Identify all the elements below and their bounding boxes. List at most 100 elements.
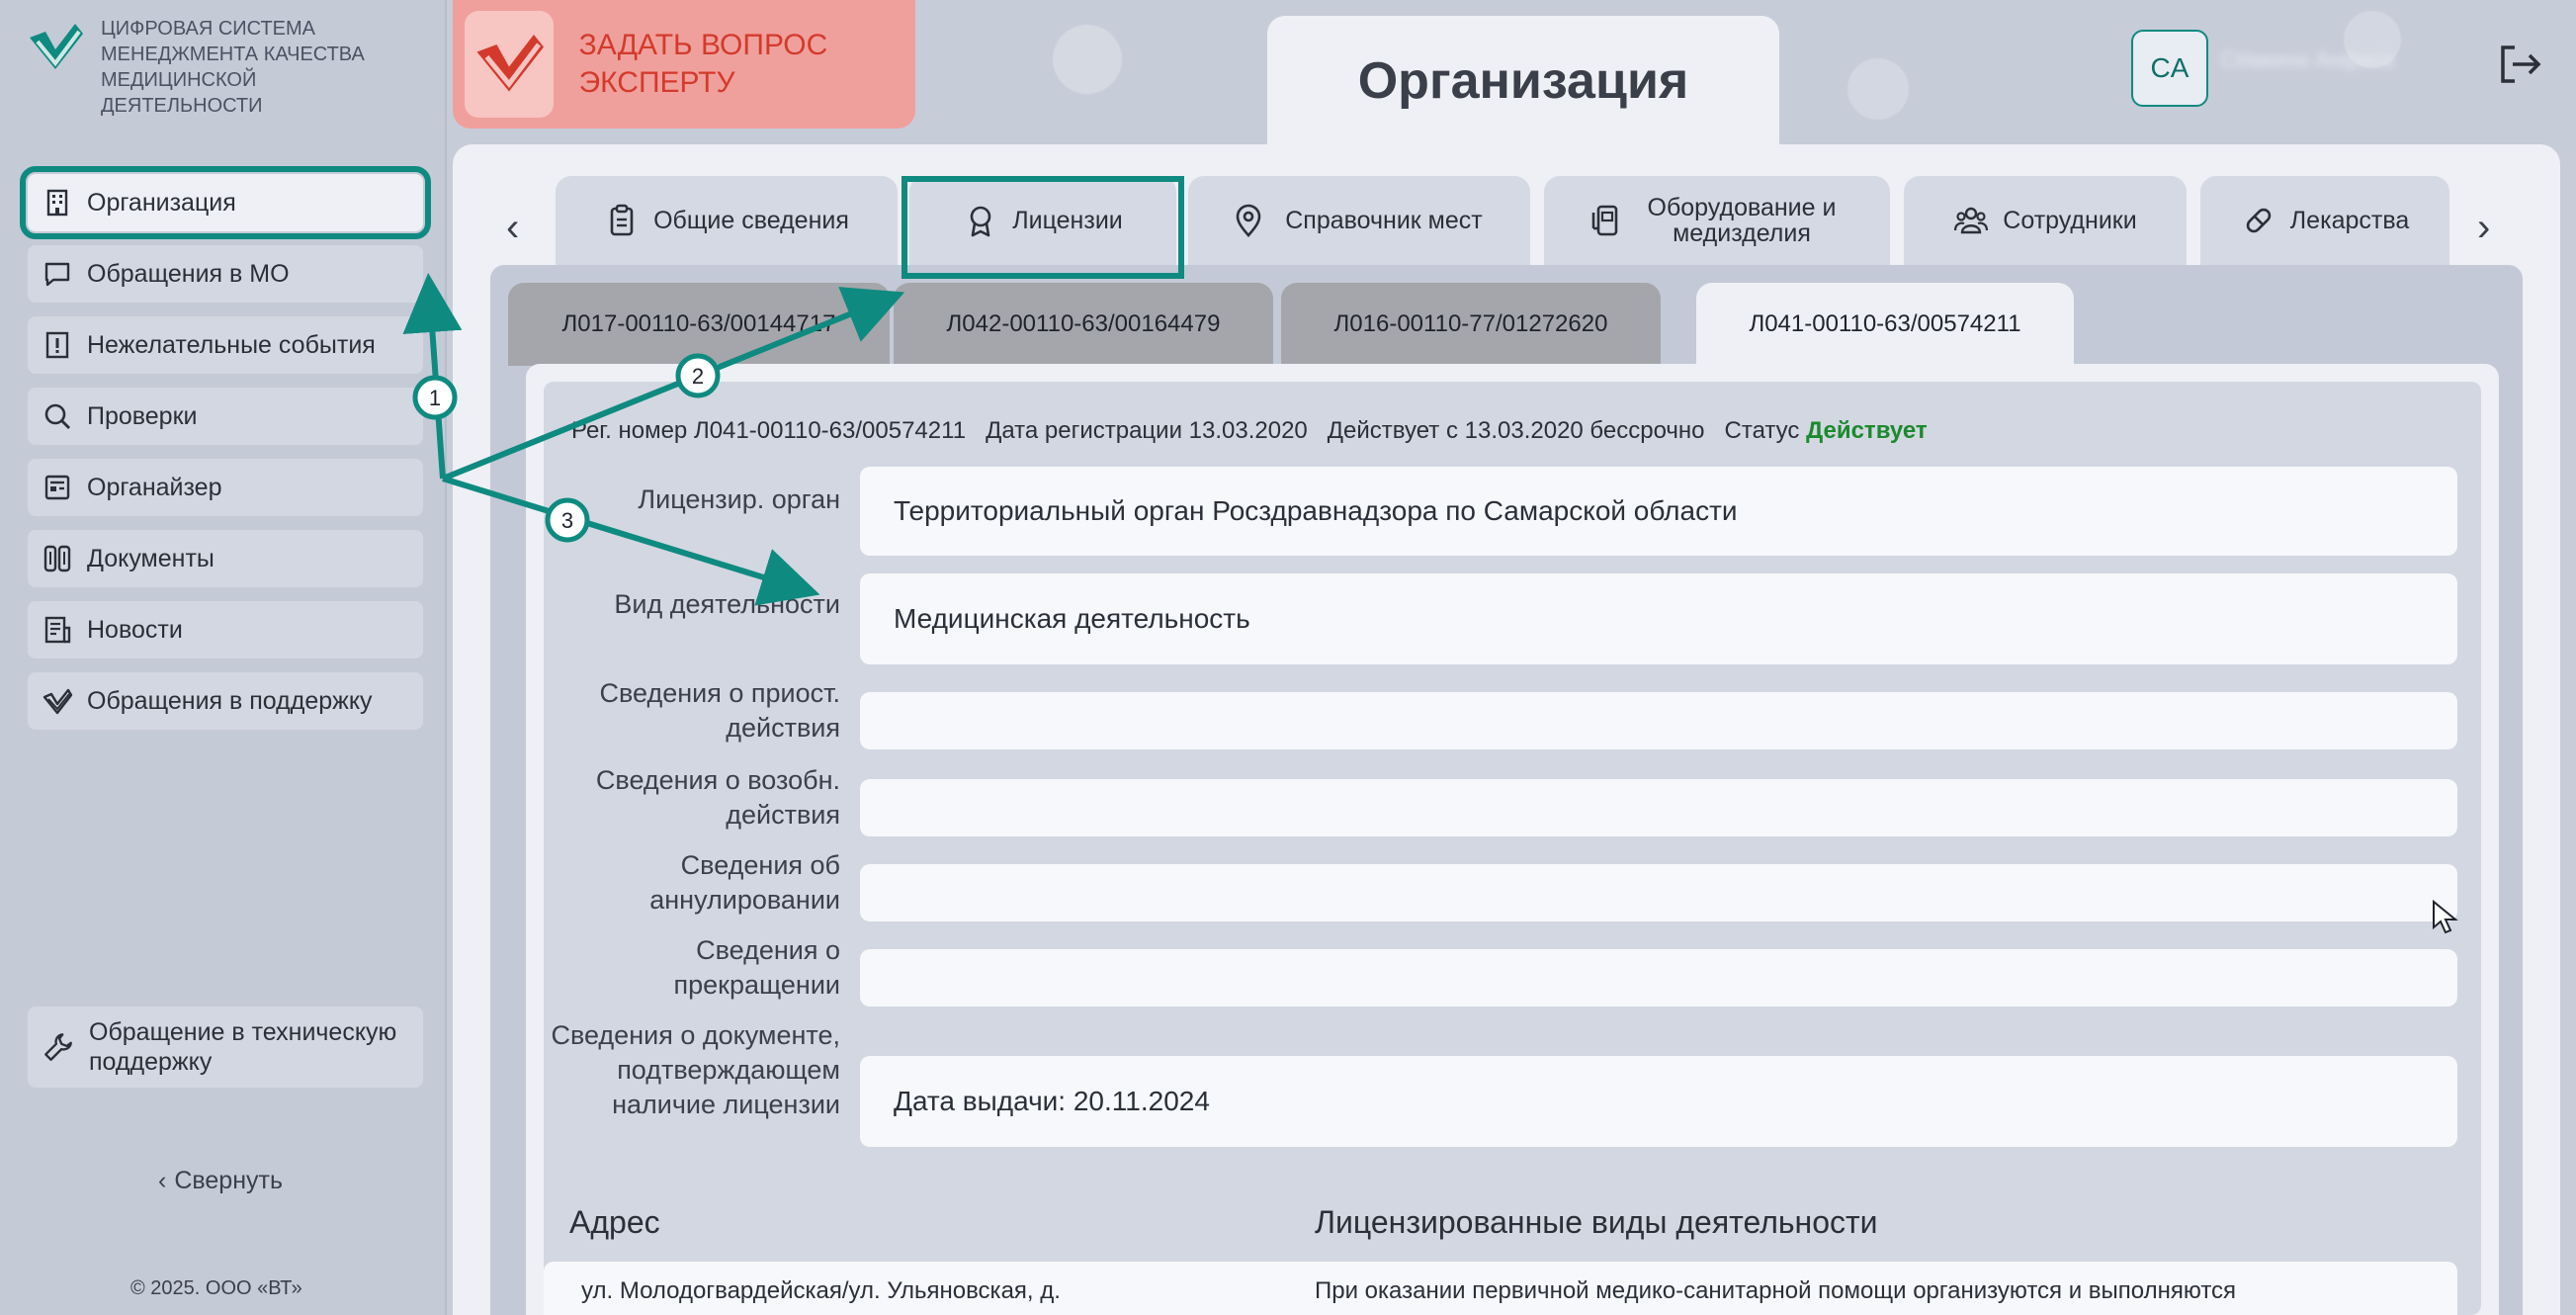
tabs-next-icon[interactable]: › — [2477, 206, 2517, 250]
chat-icon — [44, 262, 70, 287]
people-icon — [1954, 207, 1989, 234]
tab-places[interactable]: Справочник мест — [1188, 176, 1530, 265]
clipboard-icon — [610, 204, 634, 236]
tab-label: Сотрудники — [2003, 207, 2137, 234]
status-label: Статус — [1724, 417, 1800, 444]
tab-general[interactable]: Общие сведения — [556, 176, 898, 265]
sidebar-item-appeals[interactable]: Обращения в МО — [28, 245, 423, 303]
sidebar-item-inspections[interactable]: Проверки — [28, 388, 423, 445]
field-label: Сведения о приост. действия — [599, 678, 840, 743]
field-label: Сведения о прекращении — [673, 935, 841, 1000]
address-heading: Адрес — [569, 1204, 660, 1240]
reg-date-label: Дата регистрации — [986, 417, 1182, 444]
tabs-prev-icon[interactable]: ‹ — [506, 206, 546, 250]
sidebar-item-news[interactable]: Новости — [28, 601, 423, 658]
status-badge: Действует — [1806, 417, 1928, 444]
resumption-info-field — [860, 779, 2457, 836]
chevron-left-icon: ‹ — [158, 1167, 167, 1194]
location-icon — [1236, 204, 1261, 237]
license-tab[interactable]: Л016-00110-77/01272620 — [1281, 283, 1661, 366]
license-panel: Рег. номер Л041-00110-63/00574211 Дата р… — [526, 364, 2499, 1315]
ask-expert-logo-icon — [465, 11, 554, 118]
tab-employees[interactable]: Сотрудники — [1904, 176, 2187, 265]
news-icon — [44, 616, 71, 644]
sidebar-item-organization[interactable]: Организация — [20, 166, 431, 239]
suspension-info-field — [860, 692, 2457, 749]
address-value: ул. Молодогвардейская/ул. Ульяновская, д… — [581, 1277, 1061, 1304]
app-logo[interactable]: ЦИФРОВАЯ СИСТЕМА МЕНЕДЖМЕНТА КАЧЕСТВА МЕ… — [24, 16, 397, 119]
sidebar-item-label: Обращения в поддержку — [87, 686, 373, 715]
organizer-icon — [44, 475, 70, 500]
mouse-cursor-icon — [2433, 900, 2458, 934]
collapse-label: Свернуть — [174, 1167, 283, 1194]
activities-value: При оказании первичной медико-санитарной… — [1315, 1277, 2237, 1304]
tab-label: Справочник мест — [1285, 207, 1483, 234]
device-icon — [1591, 205, 1618, 236]
pill-icon — [2246, 208, 2272, 233]
tech-support-button[interactable]: Обращение в техническую поддержку — [28, 1007, 423, 1088]
page-title: Организация — [1267, 16, 1779, 146]
documents-icon — [43, 545, 71, 572]
sidebar-item-label: Организация — [87, 188, 236, 217]
field-label: Сведения об аннулировании — [649, 850, 840, 915]
valid-from: 13.03.2020 бессрочно — [1464, 417, 1705, 444]
activity-type-field: Медицинская деятельность — [860, 573, 2457, 664]
tab-label: Лекарства — [2289, 207, 2410, 234]
reg-number: Л041-00110-63/00574211 — [693, 417, 967, 444]
sidebar-item-support-appeals[interactable]: Обращения в поддержку — [28, 672, 423, 730]
award-icon — [970, 206, 991, 237]
sidebar-item-label: Документы — [87, 544, 215, 572]
termination-info-field — [860, 949, 2457, 1007]
field-label: Сведения о документе, подтверждающем нал… — [551, 1020, 840, 1119]
activities-heading: Лицензированные виды деятельности — [1315, 1204, 1878, 1240]
sidebar: ЦИФРОВАЯ СИСТЕМА МЕНЕДЖМЕНТА КАЧЕСТВА МЕ… — [0, 0, 447, 1315]
tab-licenses[interactable]: Лицензии — [909, 176, 1176, 265]
ask-expert-label: ЗАДАТЬ ВОПРОС ЭКСПЕРТУ — [578, 29, 828, 99]
licenses-tab-body: Л017-00110-63/00144717 Л042-00110-63/001… — [490, 265, 2523, 1315]
license-details: Рег. номер Л041-00110-63/00574211 Дата р… — [544, 382, 2481, 1315]
sidebar-item-label: Новости — [87, 615, 183, 644]
tech-support-label: Обращение в техническую поддержку — [89, 1018, 397, 1076]
license-tab[interactable]: Л042-00110-63/00164479 — [894, 283, 1273, 366]
sidebar-item-adverse-events[interactable]: Нежелательные события — [28, 316, 423, 374]
copyright: © 2025. ООО «ВТ» — [130, 1277, 302, 1299]
logo-text: ЦИФРОВАЯ СИСТЕМА МЕНЕДЖМЕНТА КАЧЕСТВА МЕ… — [101, 18, 365, 117]
alert-icon — [45, 331, 69, 359]
main-panel: ‹ Общие сведения Лицензии Справочник мес… — [453, 144, 2560, 1315]
license-meta: Рег. номер Л041-00110-63/00574211 Дата р… — [571, 417, 1928, 445]
sidebar-item-label: Нежелательные события — [87, 330, 376, 359]
building-icon — [46, 189, 68, 217]
search-icon — [44, 403, 70, 429]
sidebar-item-organizer[interactable]: Органайзер — [28, 459, 423, 516]
logout-icon[interactable] — [2495, 40, 2544, 89]
collapse-sidebar-button[interactable]: ‹ Свернуть — [158, 1167, 283, 1195]
sidebar-item-documents[interactable]: Документы — [28, 530, 423, 587]
valid-from-label: Действует с — [1327, 417, 1458, 444]
license-document-field: Дата выдачи: 20.11.2024 — [860, 1056, 2457, 1147]
reg-number-label: Рег. номер — [571, 417, 688, 444]
annulment-info-field — [860, 864, 2457, 921]
support-icon — [43, 688, 73, 715]
sidebar-item-label: Органайзер — [87, 473, 222, 501]
sidebar-item-label: Обращения в МО — [87, 259, 290, 288]
tab-equipment[interactable]: Оборудование и медизделия — [1544, 176, 1890, 265]
field-label: Вид деятельности — [614, 589, 840, 619]
tab-label: Лицензии — [1012, 207, 1123, 234]
sidebar-item-label: Проверки — [87, 401, 198, 430]
ask-expert-button[interactable]: ЗАДАТЬ ВОПРОС ЭКСПЕРТУ — [453, 0, 915, 129]
license-tab[interactable]: Л017-00110-63/00144717 — [508, 283, 890, 366]
section-tabs: ‹ Общие сведения Лицензии Справочник мес… — [453, 176, 2560, 265]
field-label: Сведения о возобн. действия — [595, 765, 840, 830]
license-tab-active[interactable]: Л041-00110-63/00574211 — [1696, 283, 2074, 366]
tab-label: Общие сведения — [653, 207, 849, 234]
user-name[interactable]: Сёмкина Анфиса — [2220, 47, 2418, 77]
tab-medicines[interactable]: Лекарства — [2200, 176, 2449, 265]
wrench-icon — [44, 1033, 72, 1061]
sidebar-nav: Организация Обращения в МО Нежелательные… — [20, 166, 431, 744]
field-label: Лицензир. орган — [638, 484, 840, 514]
avatar[interactable]: CA — [2131, 30, 2208, 107]
tab-label: Оборудование и медизделия — [1647, 194, 1837, 247]
reg-date: 13.03.2020 — [1188, 417, 1308, 444]
logo-check-icon — [30, 24, 83, 69]
licensing-authority-field: Территориальный орган Росздравнадзора по… — [860, 467, 2457, 556]
